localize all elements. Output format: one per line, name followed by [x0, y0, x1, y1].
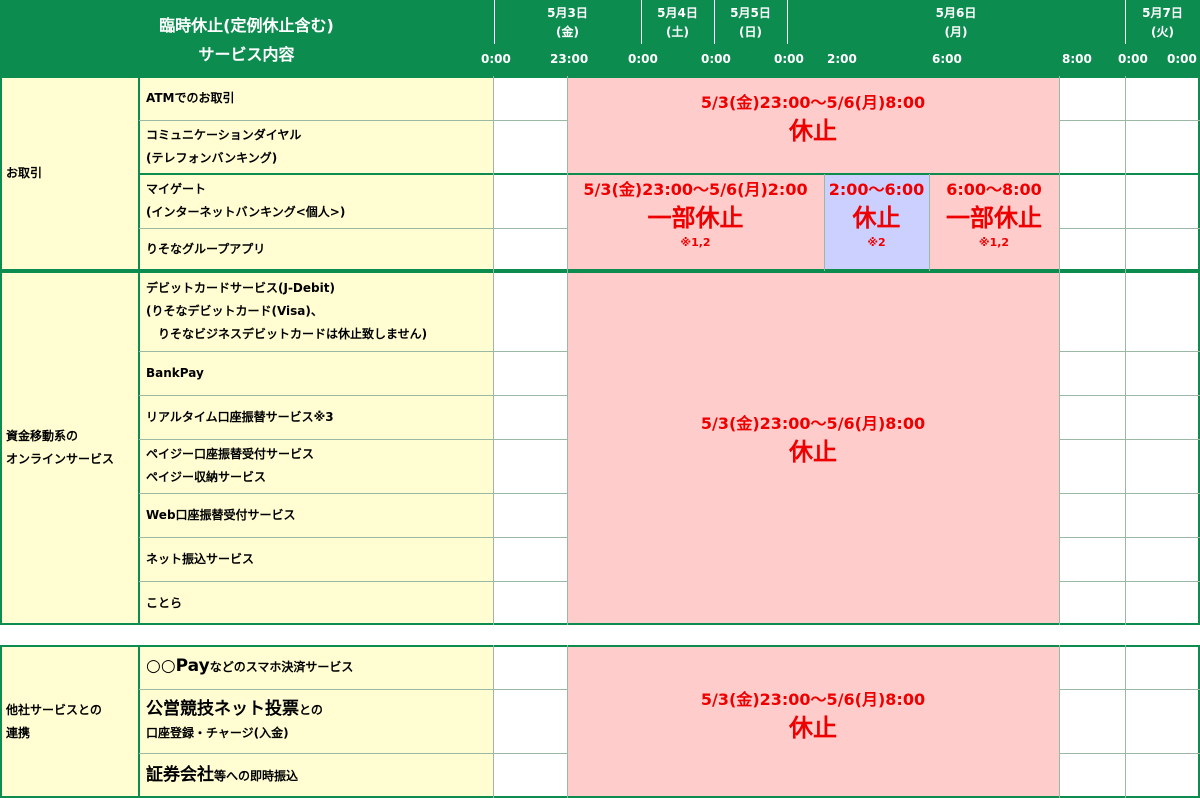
service-realtime-transfer: リアルタイム口座振替サービス※3	[139, 395, 494, 439]
grid-line	[1059, 537, 1200, 538]
outage-notice-partial: 6:00～8:00 一部休止 ※1,2	[946, 180, 1042, 249]
grid-line	[1059, 689, 1200, 690]
grid-line	[493, 271, 494, 625]
grid-line	[1059, 581, 1200, 582]
grid-line	[139, 581, 568, 582]
service-smartphone-payment: ○○Payなどのスマホ決済サービス	[139, 645, 494, 689]
grid-line	[139, 689, 568, 690]
grid-line	[0, 271, 1200, 273]
outage-notice-partial: 5/3(金)23:00～5/6(月)2:00 一部休止 ※1,2	[583, 180, 808, 249]
service-securities-transfer: 証券会社等への即時振込	[139, 753, 494, 798]
service-bankpay: BankPay	[139, 351, 494, 395]
service-telephone-banking: コミュニケーションダイヤル (テレフォンバンキング)	[139, 120, 494, 174]
service-public-race-betting: 公営競技ネット投票との 口座登録・チャージ(入金)	[139, 689, 494, 753]
grid-line	[139, 351, 568, 352]
grid-line	[493, 76, 494, 271]
grid-line	[1125, 271, 1126, 625]
grid-line	[139, 537, 568, 538]
service-payeasy: ペイジー口座振替受付サービス ペイジー収納サービス	[139, 439, 494, 493]
header-subtitle: サービス内容	[198, 45, 295, 64]
time-label: 0:00	[1167, 52, 1197, 66]
header-title: 臨時休止(定例休止含む)	[159, 16, 334, 35]
grid-line	[0, 76, 1200, 78]
section-transactions: お取引 ATMでのお取引 コミュニケーションダイヤル (テレフォンバンキング) …	[0, 76, 1200, 271]
schedule-header: 臨時休止(定例休止含む) サービス内容 5月3日 (金) 5月4日 (土) 5月…	[0, 0, 1200, 76]
grid-line	[139, 173, 1200, 175]
grid-line	[1059, 76, 1060, 271]
grid-line	[1125, 645, 1126, 798]
grid-line	[1059, 753, 1200, 754]
grid-line	[139, 395, 568, 396]
time-label: 0:00	[774, 52, 804, 66]
grid-line	[1059, 645, 1060, 798]
section-external-services: 他社サービスとの 連携 ○○Payなどのスマホ決済サービス 公営競技ネット投票と…	[0, 645, 1200, 798]
time-label: 6:00	[932, 52, 962, 66]
grid-line	[0, 645, 1200, 647]
service-mygate: マイゲート (インターネットバンキング<個人>)	[139, 174, 494, 228]
time-label: 0:00	[481, 52, 511, 66]
date-may-7: 5月7日 (火)	[1142, 6, 1183, 39]
grid-line	[139, 228, 568, 229]
time-label: 0:00	[1118, 52, 1148, 66]
outage-notice: 5/3(金)23:00～5/6(月)8:00 休止	[700, 93, 926, 145]
category-online-transfer: 資金移動系の オンラインサービス	[0, 271, 139, 625]
grid-line	[1059, 120, 1200, 121]
service-web-transfer: Web口座振替受付サービス	[139, 493, 494, 537]
grid-line	[0, 623, 1200, 625]
grid-line	[0, 271, 2, 625]
date-may-3: 5月3日 (金)	[547, 6, 588, 39]
category-external-services: 他社サービスとの 連携	[0, 645, 139, 798]
grid-line	[1059, 271, 1060, 625]
time-label: 2:00	[827, 52, 857, 66]
outage-notice-full: 2:00～6:00 休止 ※2	[828, 180, 925, 249]
grid-line	[139, 439, 568, 440]
time-label: 8:00	[1062, 52, 1092, 66]
outage-notice: 5/3(金)23:00～5/6(月)8:00 休止	[700, 414, 926, 466]
section-online-transfer: 資金移動系の オンラインサービス デビットカードサービス(J-Debit) (り…	[0, 271, 1200, 625]
service-debit-card: デビットカードサービス(J-Debit) (りそなデビットカード(Visa)、 …	[139, 271, 494, 351]
grid-line	[138, 645, 140, 798]
time-label: 23:00	[550, 52, 589, 66]
grid-line	[139, 493, 568, 494]
grid-line	[1059, 439, 1200, 440]
date-may-5: 5月5日 (日)	[730, 6, 771, 39]
grid-line	[0, 645, 2, 798]
grid-line	[1059, 351, 1200, 352]
date-may-6: 5月6日 (月)	[935, 6, 977, 39]
service-atm: ATMでのお取引	[139, 76, 494, 120]
grid-line	[0, 76, 2, 271]
grid-line	[1125, 76, 1126, 271]
time-label: 0:00	[628, 52, 658, 66]
date-may-4: 5月4日 (土)	[657, 6, 698, 39]
grid-line	[1059, 228, 1200, 229]
category-transactions: お取引	[0, 76, 139, 271]
service-net-transfer: ネット振込サービス	[139, 537, 494, 581]
grid-line	[138, 271, 140, 625]
service-group-app: りそなグループアプリ	[139, 228, 494, 271]
grid-line	[139, 753, 568, 754]
time-label: 0:00	[701, 52, 731, 66]
grid-line	[493, 645, 494, 798]
grid-line	[1059, 493, 1200, 494]
grid-line	[139, 120, 568, 121]
grid-line	[1059, 395, 1200, 396]
service-kotora: ことら	[139, 581, 494, 625]
outage-notice: 5/3(金)23:00～5/6(月)8:00 休止	[700, 690, 926, 742]
